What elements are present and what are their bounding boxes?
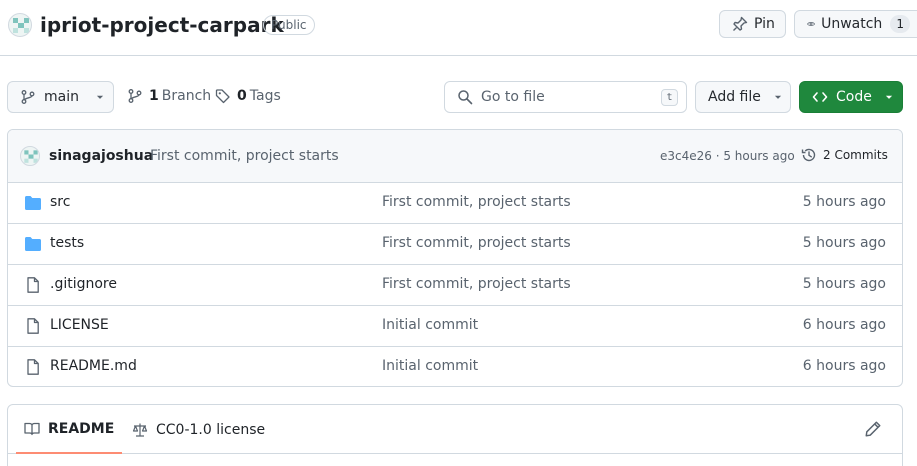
code-icon <box>812 92 828 102</box>
file-commit-age: 5 hours ago <box>802 235 886 251</box>
unwatch-label: Unwatch <box>821 16 883 32</box>
history-icon <box>801 148 816 162</box>
file-commit-age: 5 hours ago <box>802 276 886 292</box>
file-name[interactable]: LICENSE <box>50 317 109 333</box>
watch-count: 1 <box>890 15 910 33</box>
file-name[interactable]: src <box>50 194 70 210</box>
tab-license[interactable]: CC0-1.0 license <box>124 405 273 454</box>
chevron-down-icon <box>774 95 782 99</box>
file-name[interactable]: .gitignore <box>50 276 117 292</box>
file-commit-age: 5 hours ago <box>802 194 886 210</box>
pencil-icon[interactable] <box>864 420 882 438</box>
go-to-file-search[interactable]: t <box>444 81 687 113</box>
file-commit-age: 6 hours ago <box>802 358 886 374</box>
file-row-license[interactable]: LICENSE Initial commit 6 hours ago <box>8 306 902 347</box>
commits-count-label: 2 Commits <box>823 148 888 162</box>
folder-icon <box>25 196 41 210</box>
folder-icon <box>25 237 41 251</box>
eye-icon <box>807 22 815 26</box>
commit-author[interactable]: sinagajoshua <box>49 148 153 164</box>
file-row-tests[interactable]: tests First commit, project starts 5 hou… <box>8 224 902 265</box>
repo-header: ipriot-project-carpark Public Pin Unwatc… <box>0 0 917 56</box>
file-name[interactable]: README.md <box>50 358 137 374</box>
commit-message[interactable]: First commit, project starts <box>150 148 339 164</box>
chevron-down-icon <box>885 95 892 99</box>
go-to-file-input[interactable] <box>481 89 641 105</box>
search-shortcut-key: t <box>661 89 678 106</box>
file-icon <box>27 318 39 334</box>
file-name[interactable]: tests <box>50 235 84 251</box>
code-label: Code <box>836 89 872 105</box>
tab-readme[interactable]: README <box>16 405 123 454</box>
tags-link[interactable]: 0 Tags <box>215 88 281 104</box>
code-button[interactable]: Code <box>799 81 903 113</box>
file-commit-message[interactable]: First commit, project starts <box>382 194 571 210</box>
file-browser: sinagajoshua First commit, project start… <box>7 129 903 387</box>
chevron-down-icon <box>96 95 104 99</box>
add-file-label: Add file <box>708 89 761 105</box>
visibility-badge: Public <box>263 15 315 35</box>
branch-selector-button[interactable]: main <box>7 81 114 113</box>
git-branch-icon <box>21 90 35 104</box>
law-scale-icon <box>132 423 148 437</box>
file-row-src[interactable]: src First commit, project starts 5 hours… <box>8 183 902 224</box>
tab-readme-label: README <box>48 420 115 437</box>
pin-icon <box>733 16 748 31</box>
search-icon <box>458 90 473 105</box>
branch-count-label: Branch <box>161 88 212 104</box>
file-icon <box>27 359 39 375</box>
file-row-gitignore[interactable]: .gitignore First commit, project starts … <box>8 265 902 306</box>
branch-name: main <box>44 89 79 105</box>
tab-license-label: CC0-1.0 license <box>156 421 266 438</box>
file-commit-age: 6 hours ago <box>802 317 886 333</box>
pin-label: Pin <box>754 16 775 32</box>
tag-count-label: Tags <box>249 88 281 104</box>
file-commit-message[interactable]: First commit, project starts <box>382 235 571 251</box>
repo-owner-avatar[interactable] <box>8 13 32 37</box>
readme-panel: README CC0-1.0 license <box>7 404 903 466</box>
unwatch-button[interactable]: Unwatch 1 <box>794 10 917 38</box>
pin-button[interactable]: Pin <box>719 10 786 38</box>
commits-history-link[interactable]: 2 Commits <box>801 147 888 163</box>
commit-author-avatar[interactable] <box>20 146 40 166</box>
latest-commit-bar: sinagajoshua First commit, project start… <box>8 130 902 183</box>
file-icon <box>27 277 39 293</box>
add-file-button[interactable]: Add file <box>695 81 791 113</box>
readme-tabs: README CC0-1.0 license <box>8 405 902 454</box>
book-icon <box>24 422 40 435</box>
git-branch-icon <box>128 89 142 103</box>
branches-link[interactable]: 1 Branch <box>127 88 211 104</box>
file-commit-message[interactable]: Initial commit <box>382 317 478 333</box>
branch-count: 1 <box>149 88 159 104</box>
file-row-readme[interactable]: README.md Initial commit 6 hours ago <box>8 347 902 386</box>
commit-hash-and-age[interactable]: e3c4e26 · 5 hours ago <box>660 149 795 163</box>
repo-name[interactable]: ipriot-project-carpark <box>40 12 284 38</box>
tag-count: 0 <box>237 88 247 104</box>
file-commit-message[interactable]: Initial commit <box>382 358 478 374</box>
tag-icon <box>215 89 230 104</box>
file-commit-message[interactable]: First commit, project starts <box>382 276 571 292</box>
